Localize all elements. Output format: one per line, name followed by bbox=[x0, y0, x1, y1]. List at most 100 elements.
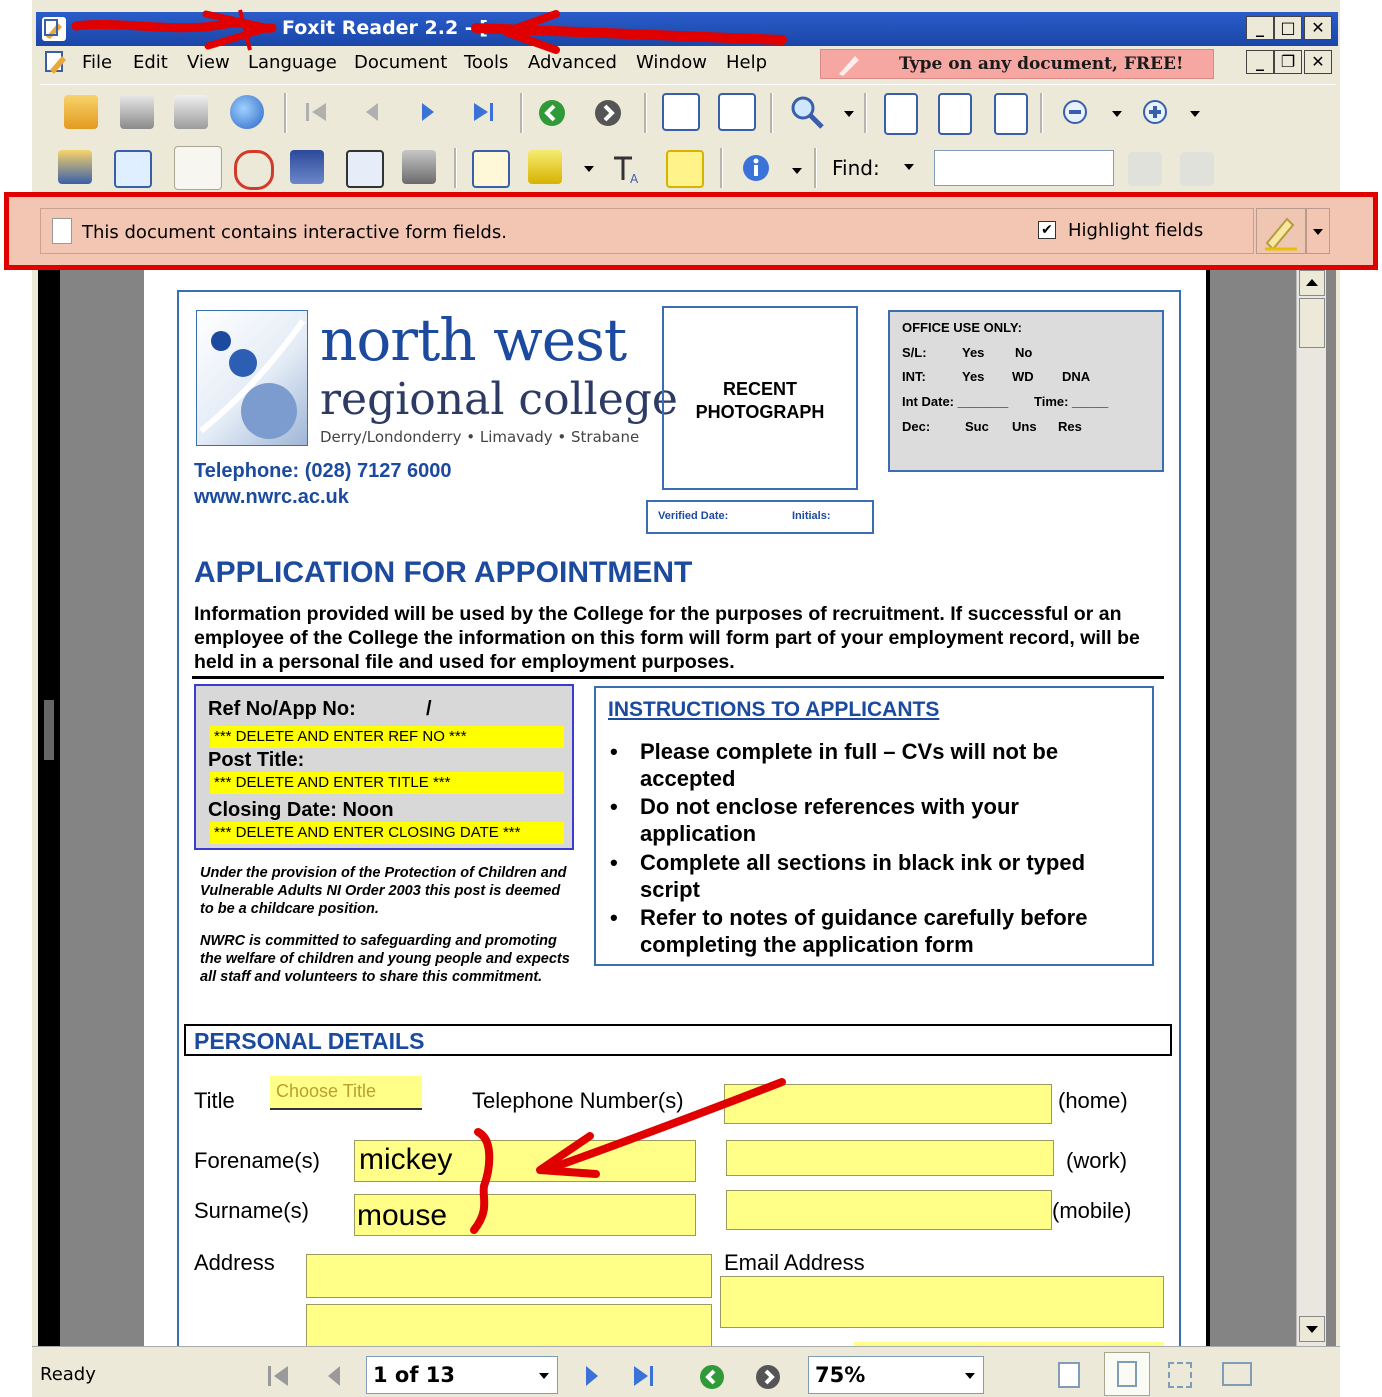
doc-minimize-button[interactable]: _ bbox=[1246, 50, 1274, 74]
note-icon[interactable] bbox=[666, 150, 704, 188]
menu-document[interactable]: Document bbox=[354, 52, 447, 73]
status-next-page-icon[interactable] bbox=[576, 1362, 606, 1390]
menu-window[interactable]: Window bbox=[636, 52, 707, 73]
info-icon[interactable] bbox=[740, 152, 772, 184]
scroll-thumb[interactable] bbox=[1299, 298, 1325, 348]
post-title-field[interactable]: *** DELETE AND ENTER TITLE *** bbox=[210, 772, 564, 794]
forward-icon[interactable] bbox=[592, 97, 624, 129]
fit-page-icon[interactable] bbox=[938, 93, 972, 135]
zoom-in-icon[interactable] bbox=[788, 93, 826, 131]
menu-edit[interactable]: Edit bbox=[133, 52, 168, 73]
continuous-view-button[interactable] bbox=[1104, 1352, 1150, 1396]
toolbar-separator bbox=[720, 148, 723, 188]
find-previous-icon[interactable] bbox=[1128, 152, 1162, 186]
office-sl-yes: Yes bbox=[962, 345, 985, 360]
svg-text:A: A bbox=[630, 172, 639, 186]
zoom-out-icon[interactable] bbox=[1060, 97, 1090, 127]
intro-paragraph: Information provided will be used by the… bbox=[194, 603, 1140, 673]
status-forward-icon[interactable] bbox=[752, 1362, 784, 1392]
menu-language[interactable]: Language bbox=[248, 52, 337, 73]
single-page-icon[interactable] bbox=[1058, 1362, 1080, 1388]
doc-restore-button[interactable]: ❐ bbox=[1274, 50, 1302, 74]
open-icon[interactable] bbox=[64, 95, 98, 129]
zoom-in-plus-icon[interactable] bbox=[1140, 97, 1170, 127]
title-select[interactable]: Choose Title bbox=[270, 1076, 422, 1110]
ref-no-field[interactable]: *** DELETE AND ENTER REF NO *** bbox=[210, 726, 564, 748]
minimize-button[interactable]: _ bbox=[1246, 16, 1274, 40]
page-number-input[interactable]: 1 of 13 bbox=[366, 1356, 558, 1394]
office-dec-suc: Suc bbox=[965, 419, 989, 434]
toolbar-separator bbox=[1040, 93, 1043, 133]
status-last-page-icon[interactable] bbox=[628, 1362, 660, 1390]
find-options-arrow[interactable] bbox=[904, 164, 914, 170]
previous-page-icon[interactable] bbox=[358, 97, 388, 127]
email-icon[interactable] bbox=[230, 95, 264, 129]
menu-help[interactable]: Help bbox=[726, 52, 767, 73]
rotate-left-icon[interactable] bbox=[718, 93, 756, 131]
office-time: Time: _____ bbox=[1034, 394, 1109, 409]
menu-file[interactable]: File bbox=[82, 52, 112, 73]
hand-tool-icon[interactable] bbox=[174, 146, 222, 190]
status-back-icon[interactable] bbox=[696, 1362, 728, 1392]
typewriter-icon[interactable] bbox=[472, 150, 510, 188]
rotate-right-icon[interactable] bbox=[662, 93, 700, 131]
fit-width-icon[interactable] bbox=[994, 93, 1028, 135]
status-previous-page-icon[interactable] bbox=[320, 1362, 350, 1390]
zoom-level-dropdown-arrow[interactable] bbox=[965, 1373, 975, 1379]
office-int-wd: WD bbox=[1012, 369, 1034, 384]
snapshot-icon[interactable] bbox=[402, 150, 436, 184]
toolbar-tools: A Find: bbox=[40, 142, 1336, 194]
menu-advanced[interactable]: Advanced bbox=[528, 52, 617, 73]
instructions-title: INSTRUCTIONS TO APPLICANTS bbox=[608, 698, 940, 721]
email-field[interactable] bbox=[720, 1276, 1164, 1328]
panel-splitter-handle[interactable] bbox=[44, 700, 54, 760]
status-first-page-icon[interactable] bbox=[264, 1362, 294, 1390]
actual-size-icon[interactable] bbox=[884, 93, 918, 135]
menu-tools[interactable]: Tools bbox=[464, 52, 508, 73]
print-icon[interactable] bbox=[174, 95, 208, 129]
text-viewer-icon[interactable] bbox=[346, 150, 384, 188]
ref-label: Ref No/App No: bbox=[208, 698, 356, 720]
select-text-icon[interactable] bbox=[234, 150, 274, 190]
website-link[interactable]: www.nwrc.ac.uk bbox=[194, 486, 349, 509]
next-page-icon[interactable] bbox=[412, 97, 442, 127]
save-icon[interactable] bbox=[120, 95, 154, 129]
zoom-out-dropdown-arrow[interactable] bbox=[1112, 111, 1122, 117]
close-button[interactable]: ✕ bbox=[1304, 16, 1332, 40]
maximize-button[interactable]: □ bbox=[1274, 16, 1302, 40]
surname-label: Surname(s) bbox=[194, 1198, 309, 1223]
two-page-icon[interactable] bbox=[1222, 1362, 1252, 1386]
address-line-1-field[interactable] bbox=[306, 1254, 712, 1298]
vertical-scrollbar[interactable] bbox=[1296, 270, 1326, 1346]
first-page-icon[interactable] bbox=[302, 97, 332, 127]
closing-date-field[interactable]: *** DELETE AND ENTER CLOSING DATE *** bbox=[210, 822, 564, 844]
back-icon[interactable] bbox=[536, 97, 568, 129]
promo-banner[interactable]: Type on any document, FREE! bbox=[820, 49, 1214, 79]
office-dec: Dec: bbox=[902, 419, 931, 434]
zoom-dropdown-arrow[interactable] bbox=[844, 111, 854, 117]
zoom-level-input[interactable]: 75% bbox=[808, 1356, 984, 1394]
highlight-text-icon[interactable] bbox=[528, 150, 562, 184]
page-dropdown-arrow[interactable] bbox=[539, 1373, 549, 1379]
last-page-icon[interactable] bbox=[468, 97, 498, 127]
scroll-up-button[interactable] bbox=[1299, 270, 1325, 296]
toolbar-separator bbox=[864, 93, 867, 133]
scroll-down-button[interactable] bbox=[1299, 1316, 1325, 1342]
facing-pages-icon[interactable] bbox=[1168, 1362, 1192, 1388]
doc-close-button[interactable]: ✕ bbox=[1304, 50, 1332, 74]
highlight-dropdown-arrow[interactable] bbox=[584, 166, 594, 172]
toolbar-separator bbox=[644, 93, 647, 133]
find-binoculars-icon[interactable] bbox=[290, 150, 324, 184]
find-next-icon[interactable] bbox=[1180, 152, 1214, 186]
bookmarks-icon[interactable] bbox=[58, 150, 92, 184]
menu-view[interactable]: View bbox=[187, 52, 230, 73]
text-format-icon[interactable]: A bbox=[610, 152, 644, 186]
office-int-dna: DNA bbox=[1062, 369, 1091, 384]
info-dropdown-arrow[interactable] bbox=[792, 168, 802, 174]
address-line-2-field[interactable] bbox=[306, 1304, 712, 1346]
zoom-in-dropdown-arrow[interactable] bbox=[1190, 111, 1200, 117]
fullscreen-icon[interactable] bbox=[114, 150, 152, 188]
instruction-item: Refer to notes of guidance carefully bef… bbox=[640, 905, 1088, 957]
college-logo bbox=[196, 310, 308, 446]
find-input[interactable] bbox=[934, 150, 1114, 186]
